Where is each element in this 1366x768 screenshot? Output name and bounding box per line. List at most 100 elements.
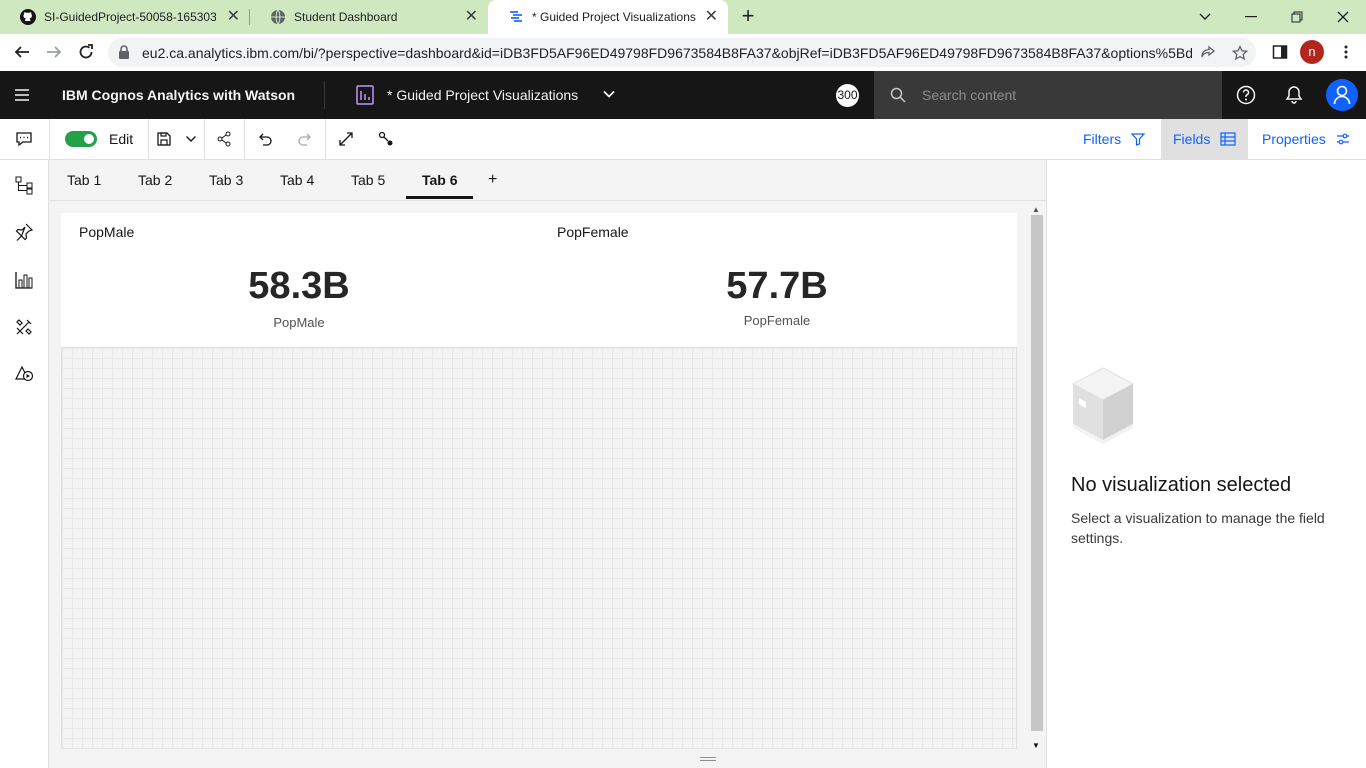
filter-icon <box>1131 132 1146 146</box>
header-divider <box>324 81 325 109</box>
fields-panel: No visualization selected Select a visua… <box>1046 160 1366 768</box>
url-text: eu2.ca.analytics.ibm.com/bi/?perspective… <box>142 45 1192 61</box>
empty-box-icon <box>1071 366 1135 446</box>
chevron-down-icon[interactable] <box>602 87 616 106</box>
close-icon[interactable]: ✕ <box>465 9 478 25</box>
browser-tab-title: Student Dashboard <box>294 10 398 24</box>
search-box[interactable]: Search content <box>874 71 1222 119</box>
share-icon[interactable] <box>214 129 234 149</box>
github-icon <box>20 9 36 25</box>
browser-tab-github[interactable]: SI-GuidedProject-50058-16530399 ✕ <box>0 0 250 34</box>
fullscreen-icon[interactable] <box>336 129 356 149</box>
assets-icon[interactable] <box>14 317 34 337</box>
fields-button[interactable]: Fields <box>1161 119 1248 159</box>
toolbar-divider <box>244 119 245 159</box>
panel-empty-title: No visualization selected <box>1071 474 1292 496</box>
share-icon[interactable] <box>1200 45 1216 61</box>
kpi-title-popmale: PopMale <box>79 224 135 240</box>
dashboard-toolbar: Edit Filters Fields Properties <box>0 119 1366 160</box>
toolbar-divider <box>49 119 50 159</box>
dashboard-tabs: Tab 1 Tab 2 Tab 3 Tab 4 Tab 5 Tab 6 <box>49 160 1046 201</box>
back-icon[interactable] <box>8 40 36 64</box>
properties-button[interactable]: Properties <box>1249 119 1366 159</box>
edit-label: Edit <box>109 131 134 147</box>
search-icon <box>890 87 906 108</box>
app-name: IBM Cognos Analytics with Watson <box>62 87 296 103</box>
pin-icon[interactable] <box>14 222 34 242</box>
kpi-title-popfemale: PopFemale <box>557 224 629 240</box>
new-tab-button[interactable]: + <box>736 5 760 29</box>
user-avatar[interactable] <box>1326 79 1358 111</box>
app-header: IBM Cognos Analytics with Watson * Guide… <box>0 71 1366 119</box>
save-icon[interactable] <box>154 129 174 149</box>
assistant-icon[interactable] <box>14 363 34 383</box>
address-bar: eu2.ca.analytics.ibm.com/bi/?perspective… <box>0 34 1366 71</box>
tab-2[interactable]: Tab 2 <box>138 172 172 188</box>
empty-grid-area[interactable] <box>61 347 1017 749</box>
active-tab-indicator <box>406 196 473 199</box>
redo-icon[interactable] <box>295 129 315 149</box>
filters-button[interactable]: Filters <box>1074 119 1160 159</box>
comment-icon[interactable] <box>14 129 34 149</box>
url-bar[interactable]: eu2.ca.analytics.ibm.com/bi/?perspective… <box>108 38 1256 67</box>
globe-icon <box>270 9 286 25</box>
tab-6[interactable]: Tab 6 <box>422 172 458 188</box>
minimize-icon[interactable] <box>1228 0 1274 34</box>
side-panel-icon[interactable] <box>1266 40 1294 64</box>
tab-3[interactable]: Tab 3 <box>209 172 243 188</box>
undo-icon[interactable] <box>255 129 275 149</box>
kpi-label-popfemale: PopFemale <box>743 313 811 328</box>
chevron-down-icon[interactable] <box>181 129 201 149</box>
scroll-up-icon[interactable]: ▲ <box>1032 205 1040 214</box>
filters-label: Filters <box>1083 131 1122 147</box>
scroll-down-icon[interactable]: ▼ <box>1032 741 1040 750</box>
fields-icon <box>1220 132 1236 146</box>
vertical-scrollbar[interactable] <box>1031 215 1043 731</box>
data-sources-icon[interactable] <box>14 175 34 195</box>
browser-tab-guided-project[interactable]: * Guided Project Visualizations ✕ <box>488 0 728 34</box>
search-input[interactable]: Search content <box>922 87 1016 103</box>
close-icon[interactable]: ✕ <box>705 9 718 25</box>
browser-tab-title: SI-GuidedProject-50058-16530399 <box>44 10 216 24</box>
fields-label: Fields <box>1173 131 1211 147</box>
close-window-icon[interactable] <box>1320 0 1366 34</box>
tab-1[interactable]: Tab 1 <box>67 172 101 188</box>
add-tab-button[interactable]: + <box>488 171 497 189</box>
status-badge[interactable]: 300 <box>836 84 859 107</box>
browser-tab-student-dashboard[interactable]: Student Dashboard ✕ <box>250 0 488 34</box>
kpi-value-popfemale: 57.7B <box>726 265 828 307</box>
dashboard-title[interactable]: * Guided Project Visualizations <box>387 87 578 103</box>
kpi-value-popmale: 58.3B <box>248 265 350 307</box>
profile-avatar[interactable]: n <box>1300 40 1324 64</box>
left-rail <box>0 160 49 768</box>
help-icon[interactable] <box>1236 85 1256 105</box>
kebab-menu-icon[interactable] <box>1332 40 1360 64</box>
hamburger-menu-icon[interactable] <box>12 85 32 105</box>
browser-tab-title: * Guided Project Visualizations <box>532 10 696 24</box>
star-icon[interactable] <box>1232 45 1248 61</box>
restore-icon[interactable] <box>1274 0 1320 34</box>
relationships-icon[interactable] <box>376 129 396 149</box>
close-icon[interactable]: ✕ <box>227 9 240 25</box>
kpi-widget-row[interactable]: PopMale PopFemale 58.3B PopMale 57.7B Po… <box>61 213 1017 347</box>
tab-5[interactable]: Tab 5 <box>351 172 385 188</box>
resize-handle[interactable] <box>700 757 716 761</box>
kpi-label-popmale: PopMale <box>273 315 325 330</box>
sliders-icon <box>1336 132 1350 146</box>
properties-label: Properties <box>1262 131 1326 147</box>
edit-toggle[interactable] <box>65 131 97 147</box>
dashboard-icon <box>356 85 374 105</box>
tab-search-icon[interactable] <box>1182 0 1228 34</box>
visualizations-icon[interactable] <box>14 270 34 290</box>
browser-tabstrip: SI-GuidedProject-50058-16530399 ✕ Studen… <box>0 0 1366 34</box>
notification-bell-icon[interactable] <box>1284 85 1304 105</box>
forward-icon[interactable] <box>40 40 68 64</box>
toolbar-divider <box>325 119 326 159</box>
cognos-icon <box>508 9 524 25</box>
toolbar-divider <box>204 119 205 159</box>
reload-icon[interactable] <box>72 40 100 64</box>
lock-icon <box>118 45 130 64</box>
tab-4[interactable]: Tab 4 <box>280 172 314 188</box>
dashboard-canvas[interactable]: PopMale PopFemale 58.3B PopMale 57.7B Po… <box>49 201 1046 768</box>
panel-empty-description: Select a visualization to manage the fie… <box>1071 510 1325 546</box>
